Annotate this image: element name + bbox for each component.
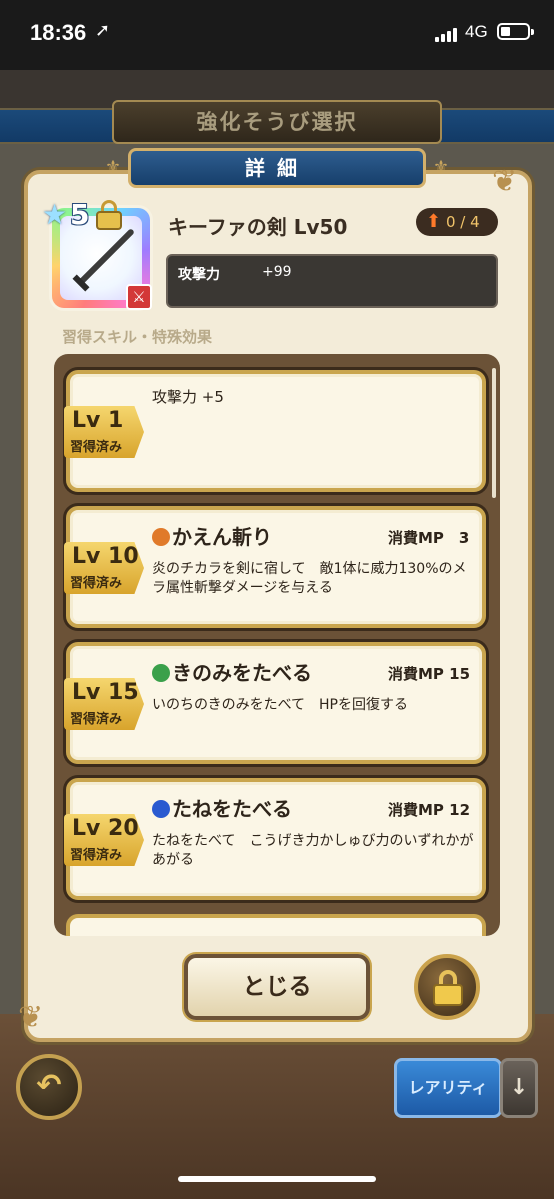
skill-title: きのみをたべる [172, 661, 312, 685]
battery-icon [497, 23, 534, 40]
skill-description: たねをたべて こうげき力かしゅび力のいずれかがあがる [152, 833, 474, 868]
buff-skill-icon [152, 800, 170, 818]
corner-ornament-icon: ❦ [18, 1000, 44, 1035]
skill-level: Lv 20 [72, 816, 139, 841]
stat-box: 攻撃力 +99 [166, 254, 498, 308]
skill-description: いのちのきのみをたべて HPを回復する [152, 697, 408, 713]
learned-label: 習得済み [70, 848, 123, 863]
learned-label: 習得済み [70, 440, 123, 455]
learned-label: 習得済み [70, 712, 123, 727]
screen-title: 強化そうび選択 [112, 100, 442, 144]
lock-button[interactable] [414, 954, 480, 1020]
ornament-left-icon: ⚜ [104, 157, 122, 178]
dialog-title: 詳細 [128, 148, 426, 188]
skill-title: 攻撃力 +5 [152, 388, 224, 406]
level-tag: Lv 20 習得済み [64, 814, 144, 866]
level-tag: Lv 15 習得済み [64, 678, 144, 730]
skill-title: たねをたべる [172, 797, 292, 821]
rarity-stars: 5 [70, 198, 90, 231]
status-time: 18:36 [30, 20, 87, 45]
fire-skill-icon [152, 528, 170, 546]
network-type: 4G [465, 22, 488, 41]
back-button[interactable]: ↶ [16, 1054, 82, 1120]
level-tag: Lv 10 習得済み [64, 542, 144, 594]
rarity-sort-button[interactable]: レアリティ [394, 1058, 502, 1118]
section-label: 習得スキル・特殊効果 [62, 328, 213, 346]
back-arrow-icon: ↶ [36, 1068, 62, 1103]
ornament-right-icon: ⚜ [432, 157, 450, 178]
star-icon: ★ [42, 198, 68, 231]
skill-level: Lv 15 [72, 680, 139, 705]
lock-icon [96, 200, 122, 230]
skill-mp: 消費MP 15 [388, 665, 471, 683]
signal-icon [435, 28, 457, 42]
skill-title-row: かえん斬り [152, 521, 272, 550]
skill-mp: 消費MP 12 [388, 801, 471, 819]
down-arrow-icon: ↓ [509, 1075, 529, 1100]
skill-level: Lv 1 [72, 408, 124, 433]
up-arrow-icon: ⬆ [426, 211, 442, 232]
skill-title-row: きのみをたべる [152, 657, 312, 686]
stat-value: +99 [262, 264, 292, 280]
skill-mp: 消費MP 3 [388, 529, 470, 547]
skill-title-row: たねをたべる [152, 793, 292, 822]
skill-level: Lv 10 [72, 544, 139, 569]
corner-ornament-icon: ❦ [492, 164, 518, 199]
upgrade-count: 0 / 4 [446, 213, 480, 231]
sword-type-icon: ⚔ [126, 284, 152, 310]
scrollbar[interactable] [492, 368, 496, 498]
skill-title: かえん斬り [172, 525, 272, 549]
stat-name: 攻撃力 [178, 267, 220, 283]
item-name: キーファの剣 Lv50 [168, 215, 348, 239]
level-tag: Lv 1 習得済み [64, 406, 144, 458]
location-arrow-icon: ➚ [95, 20, 111, 41]
skill-description: 炎のチカラを剣に宿して 敵1体に威力130%のメラ属性斬撃ダメージを与える [152, 561, 467, 596]
home-indicator[interactable] [178, 1176, 376, 1182]
sort-order-button[interactable]: ↓ [500, 1058, 538, 1118]
skill-card-partial [66, 914, 486, 936]
learned-label: 習得済み [70, 576, 123, 591]
close-button[interactable]: とじる [184, 954, 370, 1020]
status-bar: 18:36 ➚ 4G [0, 0, 554, 70]
heal-skill-icon [152, 664, 170, 682]
